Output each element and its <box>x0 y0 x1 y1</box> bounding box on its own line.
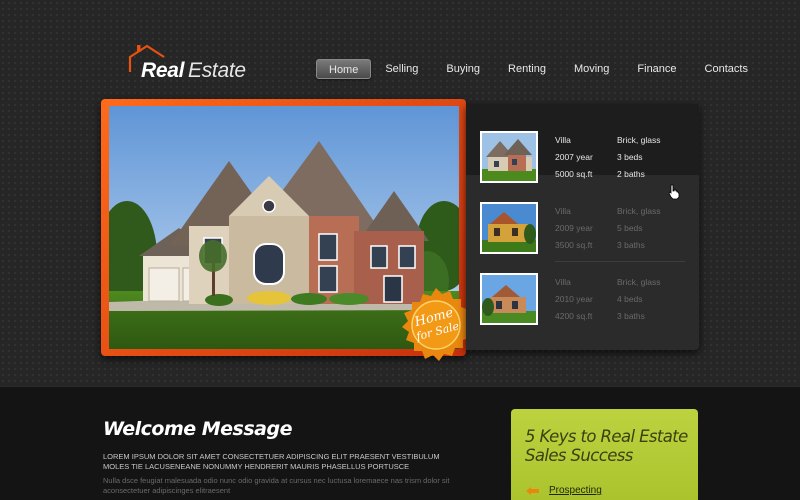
nav-renting[interactable]: Renting <box>494 59 560 79</box>
listing-type: Villa <box>555 277 571 287</box>
listing-area: 4200 sq.ft <box>555 311 593 321</box>
nav-home[interactable]: Home <box>316 59 372 79</box>
listing-item[interactable]: Villa 2007 year 5000 sq.ft Brick, glass … <box>466 104 699 183</box>
promo-title: 5 Keys to Real Estate Sales Success <box>525 427 688 465</box>
listing-beds: 3 beds <box>617 152 643 162</box>
nav-contacts[interactable]: Contacts <box>691 59 762 79</box>
nav-selling[interactable]: Selling <box>371 59 432 79</box>
listing-year: 2010 year <box>555 294 593 304</box>
listing-beds: 4 beds <box>617 294 643 304</box>
welcome-body: Nulla dsce feugiat malesuada odio nunc o… <box>103 476 450 495</box>
listing-year: 2007 year <box>555 152 593 162</box>
welcome-title: Welcome Message <box>103 418 292 440</box>
listing-material: Brick, glass <box>617 277 661 287</box>
listing-material: Brick, glass <box>617 135 661 145</box>
site-logo[interactable]: Real Estate <box>128 42 248 82</box>
listing-meta-left: Villa 2010 year 4200 sq.ft <box>555 274 593 325</box>
promo-link-prospecting[interactable]: Prospecting <box>549 485 602 496</box>
listing-beds: 5 beds <box>617 223 643 233</box>
main-nav: Home Selling Buying Renting Moving Finan… <box>316 59 762 79</box>
logo-word-real: Real <box>141 59 185 82</box>
hand-bullet-icon <box>526 487 539 495</box>
welcome-intro: LOREM IPSUM DOLOR SIT AMET CONSECTETUER … <box>103 452 440 471</box>
hand-cursor-icon <box>668 184 680 200</box>
listing-baths: 3 baths <box>617 311 645 321</box>
listing-item[interactable]: Villa 2010 year 4200 sq.ft Brick, glass … <box>466 246 699 325</box>
listing-material: Brick, glass <box>617 206 661 216</box>
nav-finance[interactable]: Finance <box>623 59 690 79</box>
nav-buying[interactable]: Buying <box>432 59 494 79</box>
listings-panel: Villa 2007 year 5000 sq.ft Brick, glass … <box>466 104 699 350</box>
listing-type: Villa <box>555 206 571 216</box>
home-for-sale-seal: Home for Sale <box>398 288 474 364</box>
listing-meta-right: Brick, glass 4 beds 3 baths <box>617 274 660 325</box>
listing-thumbnail[interactable] <box>480 273 538 325</box>
listing-year: 2009 year <box>555 223 593 233</box>
logo-word-estate: Estate <box>188 59 246 82</box>
promo-box: 5 Keys to Real Estate Sales Success Pros… <box>511 409 698 500</box>
nav-moving[interactable]: Moving <box>560 59 623 79</box>
listing-type: Villa <box>555 135 571 145</box>
listing-item[interactable]: Villa 2009 year 3500 sq.ft Brick, glass … <box>466 175 699 254</box>
